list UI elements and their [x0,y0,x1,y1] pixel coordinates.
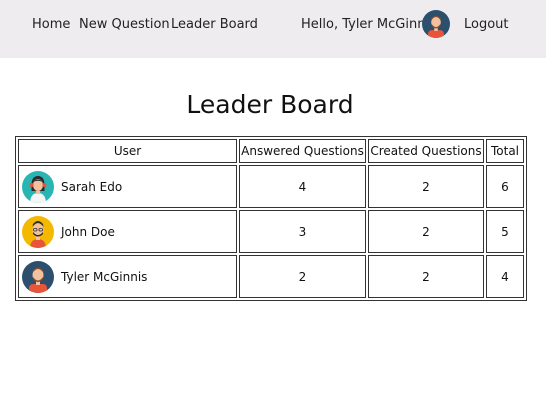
answered-count: 3 [239,210,366,253]
total-score: 5 [486,210,524,253]
nav-home-link[interactable]: Home [32,17,70,32]
header-created: Created Questions [368,139,484,163]
page-title: Leader Board [186,90,354,119]
user-name: John Doe [61,224,115,239]
user-cell: Sarah Edo [18,165,237,208]
table-header-row: User Answered Questions Created Question… [18,139,524,163]
user-cell: John Doe [18,210,237,253]
avatar-icon [22,260,54,293]
avatar-icon [22,170,54,203]
nav-leader-board-link[interactable]: Leader Board [171,17,258,32]
answered-count: 4 [239,165,366,208]
user-name: Sarah Edo [61,179,123,194]
table-row: Tyler McGinnis 2 2 4 [18,255,524,298]
created-count: 2 [368,210,484,253]
total-score: 4 [486,255,524,298]
nav-new-question-link[interactable]: New Question [79,17,170,32]
leaderboard-table: User Answered Questions Created Question… [15,136,527,301]
user-name: Tyler McGinnis [61,269,148,284]
logout-link[interactable]: Logout [464,17,509,32]
avatar-icon [22,215,54,248]
total-score: 6 [486,165,524,208]
created-count: 2 [368,165,484,208]
table-row: Sarah Edo 4 2 6 [18,165,524,208]
current-user-avatar-icon [422,10,450,38]
header-user: User [18,139,237,163]
user-cell: Tyler McGinnis [18,255,237,298]
created-count: 2 [368,255,484,298]
answered-count: 2 [239,255,366,298]
table-row: John Doe 3 2 5 [18,210,524,253]
user-greeting: Hello, Tyler McGinnis [301,17,436,32]
header-total: Total [486,139,524,163]
header-answered: Answered Questions [239,139,366,163]
navbar: Home New Question Leader Board Hello, Ty… [0,0,546,58]
